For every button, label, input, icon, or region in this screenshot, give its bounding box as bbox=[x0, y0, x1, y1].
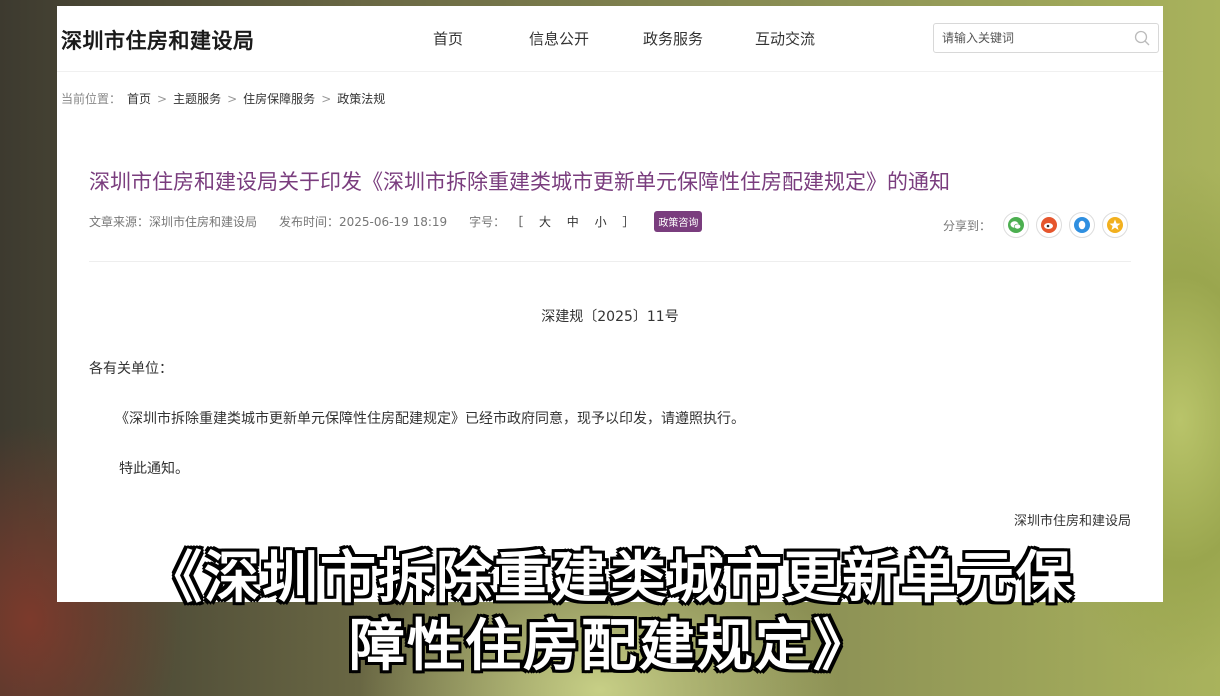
share-qzone-button[interactable] bbox=[1102, 212, 1129, 238]
breadcrumb-separator: > bbox=[321, 91, 332, 106]
article-body: 《深圳市拆除重建类城市更新单元保障性住房配建规定》已经市政府同意，现予以印发，请… bbox=[115, 411, 745, 427]
search-icon[interactable] bbox=[1134, 30, 1150, 46]
video-subtitle-line-1: 《深圳市拆除重建类城市更新单元保 bbox=[146, 546, 1074, 611]
nav-item-info-disclosure[interactable]: 信息公开 bbox=[529, 28, 589, 49]
video-subtitle-line-2: 障性住房配建规定》 bbox=[349, 614, 871, 679]
article-meta: 文章来源：深圳市住房和建设局 发布时间：2025-06-19 18:19 字号：… bbox=[89, 211, 724, 232]
nav-item-home[interactable]: 首页 bbox=[433, 28, 463, 49]
share-qq-button[interactable] bbox=[1069, 212, 1096, 238]
breadcrumb-label: 当前位置： bbox=[61, 92, 122, 106]
webpage: 深圳市住房和建设局 首页 信息公开 政务服务 互动交流 当前位置： 首页 > 主… bbox=[57, 6, 1163, 602]
article-source: 文章来源：深圳市住房和建设局 bbox=[89, 215, 258, 229]
qq-icon bbox=[1074, 217, 1091, 233]
site-header: 深圳市住房和建设局 首页 信息公开 政务服务 互动交流 bbox=[57, 6, 1163, 72]
salutation: 各有关单位： bbox=[89, 361, 173, 377]
wechat-icon bbox=[1008, 217, 1025, 233]
breadcrumb-separator: > bbox=[157, 91, 168, 106]
article-date: 发布时间：2025-06-19 18:19 bbox=[279, 215, 448, 229]
nav-item-interaction[interactable]: 互动交流 bbox=[755, 28, 815, 49]
divider bbox=[89, 261, 1131, 262]
document-number: 深建规〔2025〕11号 bbox=[541, 309, 679, 325]
share-label: 分享到： bbox=[943, 218, 992, 233]
breadcrumb-item-housing-security[interactable]: 住房保障服务 bbox=[243, 90, 315, 107]
font-size-label: 字号： bbox=[469, 215, 506, 229]
breadcrumb-item-home[interactable]: 首页 bbox=[127, 90, 151, 107]
policy-consult-badge[interactable]: 政策咨询 bbox=[654, 211, 703, 232]
font-size-options[interactable]: ［ 大 中 小 ］ bbox=[511, 213, 640, 230]
nav-item-gov-services[interactable]: 政务服务 bbox=[643, 28, 703, 49]
search-input[interactable] bbox=[942, 25, 1132, 51]
share-weibo-button[interactable] bbox=[1036, 212, 1063, 238]
search-box bbox=[933, 23, 1159, 53]
share-wechat-button[interactable] bbox=[1003, 212, 1030, 238]
breadcrumb: 当前位置： 首页 > 主题服务 > 住房保障服务 > 政策法规 bbox=[61, 90, 385, 107]
breadcrumb-item-topics[interactable]: 主题服务 bbox=[173, 90, 221, 107]
breadcrumb-separator: > bbox=[227, 91, 238, 106]
breadcrumb-item-policies[interactable]: 政策法规 bbox=[337, 90, 385, 107]
weibo-icon bbox=[1041, 217, 1058, 233]
qzone-icon bbox=[1107, 217, 1124, 233]
closing-remark: 特此通知。 bbox=[119, 461, 189, 477]
signature: 深圳市住房和建设局 bbox=[1013, 514, 1131, 529]
share-bar: 分享到： bbox=[943, 212, 1135, 238]
article-title: 深圳市住房和建设局关于印发《深圳市拆除重建类城市更新单元保障性住房配建规定》的通… bbox=[89, 170, 950, 194]
